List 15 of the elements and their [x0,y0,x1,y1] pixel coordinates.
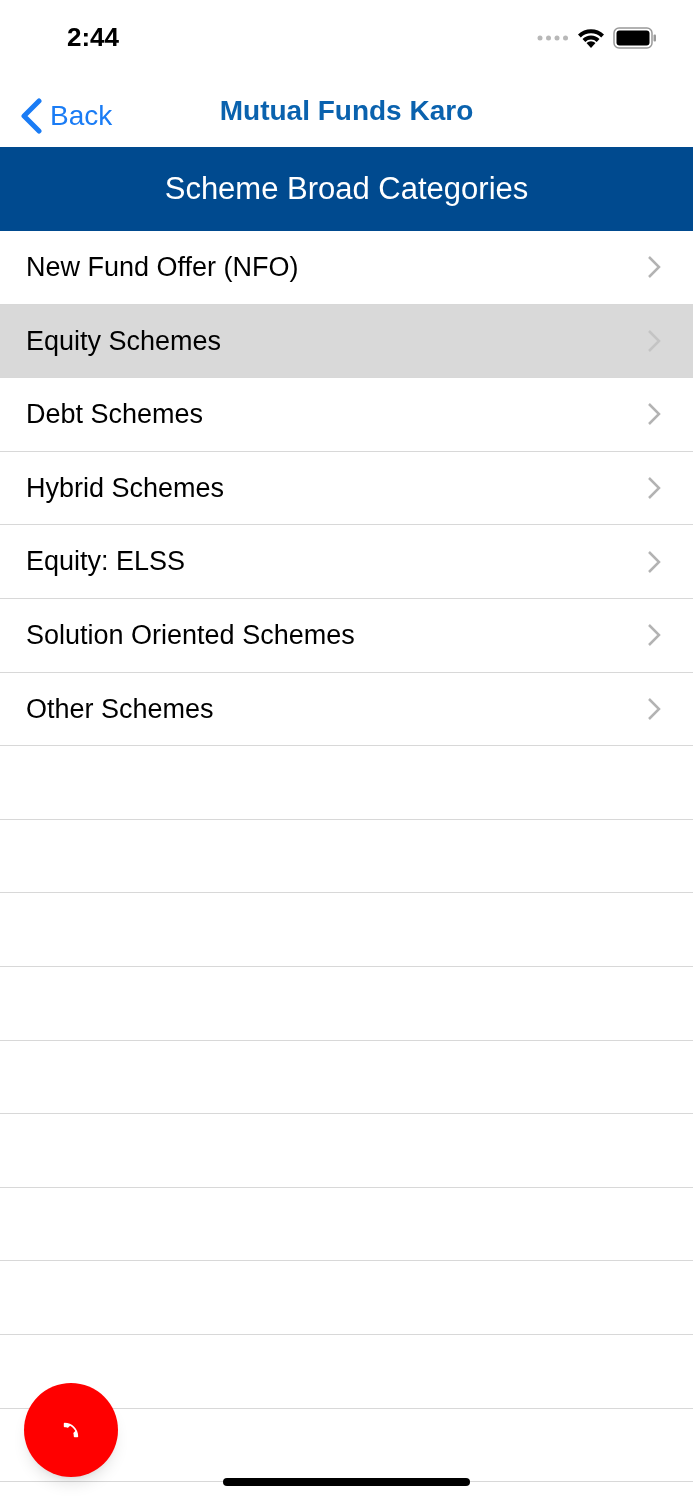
chevron-right-icon [647,623,661,648]
header-title: Scheme Broad Categories [164,169,529,208]
chevron-right-icon [647,255,661,280]
back-button[interactable]: Back [20,95,113,137]
status-time: 2:44 [67,21,120,54]
chevron-left-icon [20,98,42,134]
signal-icon [537,34,569,41]
chevron-right-icon [647,696,661,721]
battery-icon [613,26,657,49]
category-row[interactable]: Equity Schemes [0,304,693,379]
chevron-right-icon [647,549,661,574]
chevron-right-icon [647,402,661,427]
wifi-icon [577,27,605,48]
chevron-right-icon [647,476,661,501]
nav-title: Mutual Funds Karo [219,94,474,128]
